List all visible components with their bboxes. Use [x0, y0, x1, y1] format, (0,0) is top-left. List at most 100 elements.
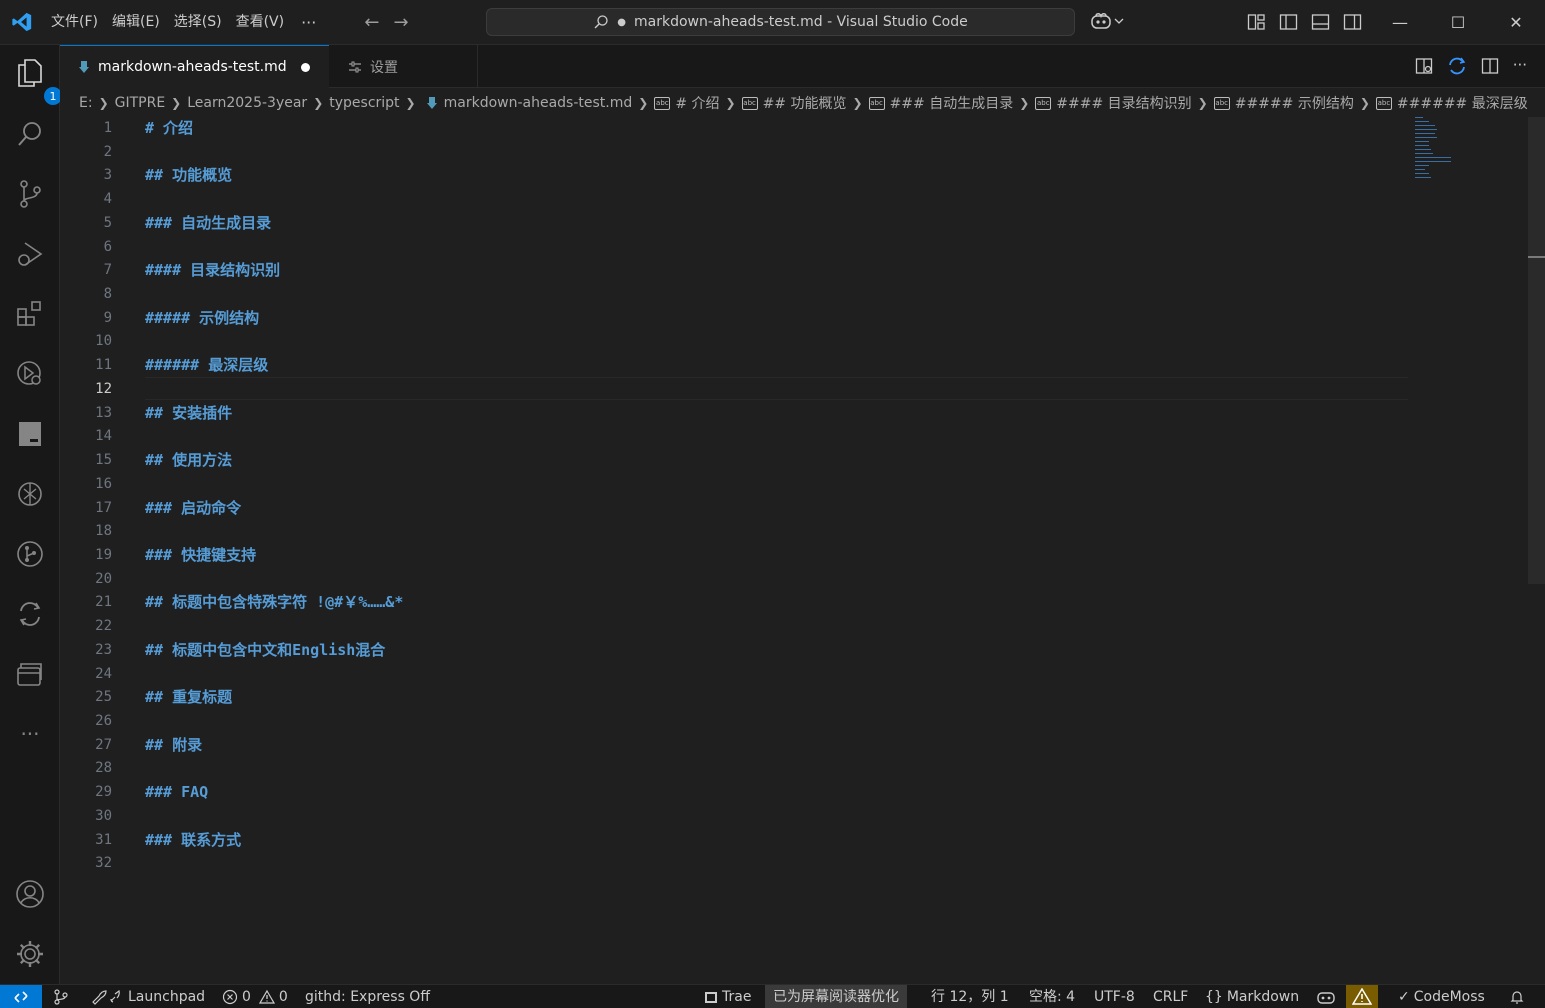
menu-selection[interactable]: 选择(S) [167, 7, 229, 37]
code-line[interactable]: ### 自动生成目录 [145, 211, 271, 235]
language-label: Markdown [1226, 988, 1300, 1005]
code-line[interactable]: ### 快捷键支持 [145, 543, 256, 567]
git-graph-icon[interactable] [14, 538, 46, 570]
minimap-line [1415, 133, 1435, 134]
toggle-secondary-sidebar-icon[interactable] [1343, 13, 1362, 31]
launchpad-item[interactable]: Launchpad [90, 985, 205, 1008]
vertical-scrollbar[interactable] [1528, 117, 1545, 584]
split-editor-icon[interactable] [1481, 57, 1499, 79]
githd-status[interactable]: githd: Express Off [305, 985, 430, 1008]
line-number: 24 [95, 665, 112, 682]
code-line[interactable]: ##### 示例结构 [145, 306, 259, 330]
code-line[interactable]: ## 附录 [145, 733, 202, 757]
chevron-right-icon: ❯ [1197, 96, 1208, 110]
explorer-icon[interactable]: 1 [14, 57, 62, 105]
terminal-icon[interactable] [14, 418, 46, 450]
accounts-icon[interactable] [14, 878, 46, 910]
tab-markdown-file[interactable]: markdown-aheads-test.md [60, 45, 329, 88]
code-line[interactable]: ## 功能概览 [145, 163, 232, 187]
settings-gear-icon[interactable] [14, 938, 46, 970]
breadcrumb-symbol[interactable]: ### 自动生成目录 [890, 93, 1014, 113]
customize-layout-icon[interactable] [1247, 13, 1266, 31]
sync-icon[interactable] [1447, 57, 1467, 79]
code-line[interactable]: #### 目录结构识别 [145, 258, 280, 282]
status-bar: Launchpad 0 0 githd: Express Off Trae 已为… [0, 984, 1545, 1008]
tab-settings[interactable]: 设置 [330, 45, 478, 88]
indentation-status[interactable]: 空格: 4 [1029, 985, 1075, 1008]
code-line[interactable]: ## 标题中包含特殊字符 !@#￥%……&* [145, 590, 403, 614]
extension-warning-icon[interactable] [1346, 985, 1378, 1008]
code-line[interactable]: ### FAQ [145, 780, 208, 804]
folders-icon[interactable] [14, 658, 46, 690]
menu-file[interactable]: 文件(F) [44, 7, 105, 37]
more-icon[interactable]: ··· [14, 718, 46, 750]
symbol-string-icon: abc [1213, 96, 1230, 110]
menu-more[interactable]: ··· [291, 13, 326, 32]
line-number: 29 [95, 784, 112, 801]
more-actions-icon[interactable]: ··· [1513, 57, 1527, 79]
chevron-right-icon: ❯ [725, 96, 736, 110]
extensions-icon[interactable] [14, 298, 46, 330]
cursor-position[interactable]: 行 12，列 1 [931, 985, 1009, 1008]
forward-arrow-icon[interactable]: → [393, 12, 408, 33]
trae-item[interactable]: Trae [704, 985, 751, 1008]
code-line[interactable]: ## 标题中包含中文和English混合 [145, 638, 385, 662]
search-icon[interactable] [14, 118, 46, 150]
open-preview-icon[interactable] [1415, 57, 1433, 79]
line-number: 25 [95, 689, 112, 706]
code-line[interactable]: ### 联系方式 [145, 828, 241, 852]
line-number: 5 [103, 214, 112, 231]
code-line[interactable]: ###### 最深层级 [145, 353, 268, 377]
remote-explorer-icon[interactable] [14, 358, 46, 390]
breadcrumb-symbol[interactable]: ###### 最深层级 [1397, 93, 1528, 113]
minimap-line [1415, 125, 1435, 126]
close-icon[interactable]: ✕ [1487, 0, 1545, 45]
command-center[interactable]: ● markdown-aheads-test.md - Visual Studi… [486, 8, 1075, 36]
breadcrumb-folder[interactable]: Learn2025-3year [187, 95, 307, 111]
toggle-panel-icon[interactable] [1311, 13, 1330, 31]
encoding-status[interactable]: UTF-8 [1094, 985, 1135, 1008]
menu-edit[interactable]: 编辑(E) [105, 7, 167, 37]
toggle-sidebar-icon[interactable] [1279, 13, 1298, 31]
codemoss-item[interactable]: ✓ CodeMoss [1398, 985, 1485, 1008]
chatgpt-icon[interactable] [14, 478, 46, 510]
code-line[interactable]: # 介绍 [145, 116, 193, 140]
unsaved-dot-icon[interactable] [300, 62, 310, 72]
breadcrumb-symbol[interactable]: # 介绍 [675, 93, 719, 113]
minimap-line [1415, 145, 1429, 146]
eol-status[interactable]: CRLF [1153, 985, 1188, 1008]
source-control-icon[interactable] [14, 178, 46, 210]
code-line[interactable]: ## 重复标题 [145, 685, 232, 709]
maximize-icon[interactable]: ☐ [1429, 0, 1487, 45]
editor-area[interactable]: 1 2 3 4 5 6 7 8 9 10 11 12 13 14 15 16 17 18 19 20 21 22 23 24 2… [60, 117, 1545, 984]
copilot-icon[interactable] [1316, 985, 1336, 1008]
breadcrumb-folder[interactable]: GITPRE [115, 95, 166, 111]
copilot-menu[interactable] [1090, 12, 1124, 30]
braces-icon: {} [1205, 988, 1223, 1005]
code-line[interactable]: ## 使用方法 [145, 448, 232, 472]
minimap-line [1415, 149, 1431, 150]
line-number: 6 [103, 238, 112, 255]
minimap-line [1415, 169, 1425, 170]
breadcrumb-symbol[interactable]: ##### 示例结构 [1235, 93, 1354, 113]
sync-icon[interactable] [14, 598, 46, 630]
breadcrumb-drive[interactable]: E: [79, 95, 93, 111]
code-line[interactable]: ### 启动命令 [145, 496, 241, 520]
screen-reader-status[interactable]: 已为屏幕阅读器优化 [765, 985, 907, 1008]
breadcrumb-symbol[interactable]: #### 目录结构识别 [1056, 93, 1191, 113]
remote-icon[interactable] [0, 985, 42, 1008]
git-branch-icon[interactable] [52, 985, 70, 1008]
back-arrow-icon[interactable]: ← [364, 12, 379, 33]
breadcrumb-folder[interactable]: typescript [329, 95, 399, 111]
bell-icon[interactable] [1509, 985, 1525, 1008]
code-line[interactable]: ## 安装插件 [145, 401, 232, 425]
language-mode[interactable]: {} Markdown [1205, 985, 1299, 1008]
problems-item[interactable]: 0 0 [222, 985, 288, 1008]
minimize-icon[interactable]: — [1371, 0, 1429, 45]
breadcrumb-symbol[interactable]: ## 功能概览 [763, 93, 847, 113]
line-number: 32 [95, 855, 112, 872]
breadcrumb-file[interactable]: markdown-aheads-test.md [444, 95, 633, 111]
menu-view[interactable]: 查看(V) [229, 7, 292, 37]
line-number: 20 [95, 570, 112, 587]
run-debug-icon[interactable] [14, 238, 46, 270]
